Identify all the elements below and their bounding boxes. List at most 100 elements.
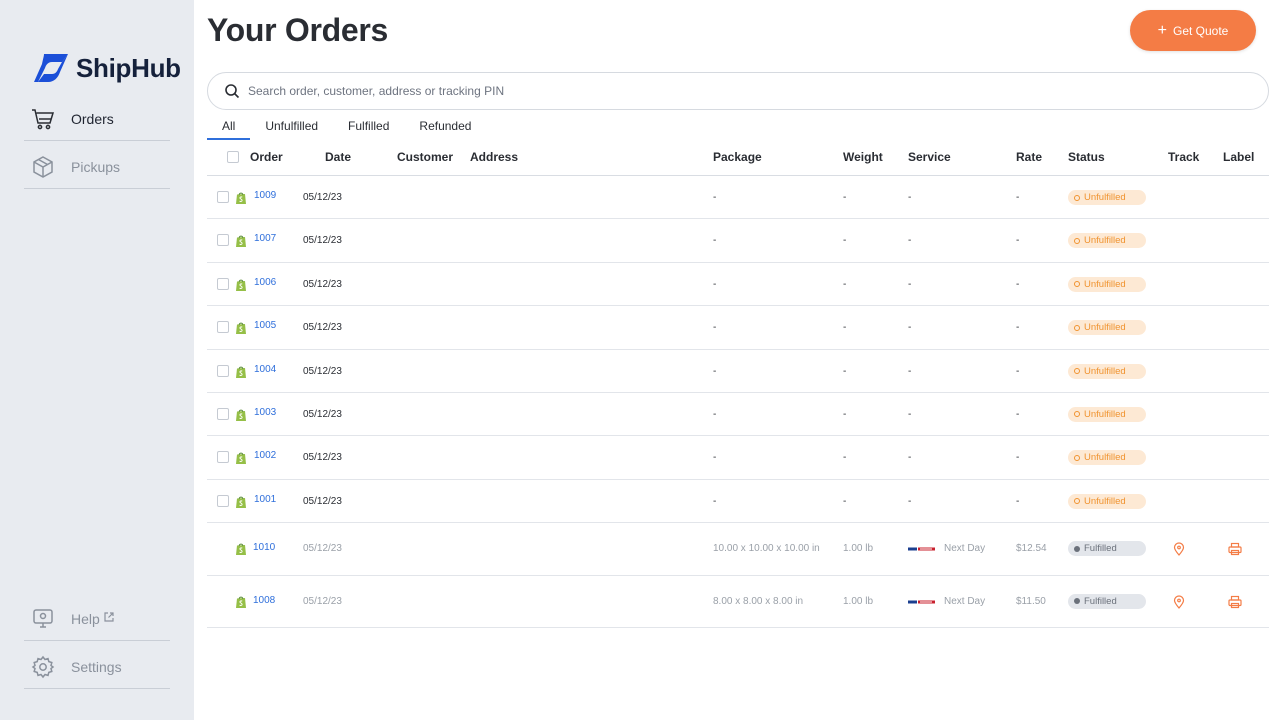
column-header-package[interactable]: Package [713,150,762,164]
shopify-icon [236,543,246,556]
status-label: Unfulfilled [1084,408,1126,420]
plus-icon: + [1157,21,1167,39]
shopify-icon [236,366,246,378]
column-header-order[interactable]: Order [250,150,283,164]
order-number-link[interactable]: 1002 [254,450,276,461]
order-date: 05/12/23 [303,235,342,247]
shopify-icon [236,452,246,465]
order-weight: 1.00 lb [843,543,874,555]
row-checkbox[interactable] [217,191,229,203]
sidebar-item-orders[interactable]: Orders [24,97,170,141]
order-weight: - [843,278,847,290]
status-label: Unfulfilled [1084,192,1126,203]
sidebar: ShipHub Orders Pickups Help Settings [0,0,194,720]
sidebar-item-pickups[interactable]: Pickups [24,145,170,189]
table-row[interactable]: 1004 05/12/23 - - - - Unfulfilled [207,350,1269,393]
status-dot-icon [1074,194,1080,201]
order-service: - [908,495,912,507]
table-row[interactable]: 1007 05/12/23 - - - - Unfulfilled [207,219,1269,263]
order-rate: - [1016,192,1020,203]
order-number-link[interactable]: 1009 [254,190,276,201]
order-service: - [908,322,912,334]
order-package: - [713,192,717,203]
status-dot-icon [1074,237,1080,244]
row-checkbox[interactable] [217,277,229,290]
order-number-link[interactable]: 1010 [253,542,275,553]
app-logo[interactable]: ShipHub [32,52,181,84]
orders-table: Order Date Customer Address Package Weig… [207,143,1269,629]
row-checkbox[interactable] [217,234,229,247]
row-checkbox[interactable] [217,321,229,334]
status-dot-icon [1074,368,1080,375]
column-header-label[interactable]: Label [1223,150,1254,164]
row-checkbox[interactable] [217,407,229,420]
tab-refunded[interactable]: Refunded [404,118,486,140]
column-header-status[interactable]: Status [1068,150,1105,164]
row-checkbox[interactable] [217,451,229,464]
order-number-link[interactable]: 1003 [254,407,276,418]
row-checkbox[interactable] [217,364,229,377]
column-header-date[interactable]: Date [325,150,351,164]
order-package: 10.00 x 10.00 x 10.00 in [713,543,820,555]
table-row[interactable]: 1010 05/12/23 10.00 x 10.00 x 10.00 in 1… [207,523,1269,576]
order-number-link[interactable]: 1004 [254,364,276,375]
status-badge: Unfulfilled [1068,363,1146,379]
search-input[interactable] [248,84,1148,98]
order-package: - [713,235,717,247]
shopify-icon [236,596,246,608]
order-weight: - [843,365,847,377]
row-checkbox[interactable] [217,494,229,507]
map-pin-icon[interactable] [1172,595,1186,609]
order-service: Next Day [944,543,986,555]
order-service: Next Day [944,595,986,607]
order-service: - [908,452,912,464]
table-row[interactable]: 1008 05/12/23 8.00 x 8.00 x 8.00 in 1.00… [207,576,1269,629]
status-label: Unfulfilled [1084,365,1126,377]
order-number-link[interactable]: 1008 [253,595,275,606]
status-dot-icon [1074,598,1080,605]
order-number-link[interactable]: 1007 [254,233,276,244]
order-number-link[interactable]: 1005 [254,320,276,331]
shopify-icon [236,322,246,335]
tab-fulfilled[interactable]: Fulfilled [333,118,404,140]
order-weight: - [843,408,847,420]
help-icon [30,606,56,632]
table-row[interactable]: 1002 05/12/23 - - - - Unfulfilled [207,436,1269,480]
column-header-customer[interactable]: Customer [397,150,453,164]
status-badge: Unfulfilled [1068,276,1146,292]
search-bar[interactable] [207,72,1269,110]
select-all-checkbox[interactable] [227,151,239,163]
sidebar-item-help[interactable]: Help [24,597,170,641]
order-weight: - [843,495,847,507]
order-service: - [908,192,912,203]
map-pin-icon[interactable] [1172,542,1186,557]
order-number-link[interactable]: 1006 [254,277,276,288]
column-header-address[interactable]: Address [470,150,518,164]
order-rate: - [1016,322,1020,334]
table-row[interactable]: 1006 05/12/23 - - - - Unfulfilled [207,263,1269,307]
order-package: - [713,408,717,420]
shopify-icon [236,236,246,248]
printer-icon[interactable] [1228,595,1242,609]
column-header-weight[interactable]: Weight [843,150,883,164]
sidebar-item-settings[interactable]: Settings [24,645,170,689]
table-row[interactable]: 1005 05/12/23 - - - - Unfulfilled [207,306,1269,350]
tab-all[interactable]: All [207,118,251,140]
status-badge: Unfulfilled [1068,233,1146,249]
order-date: 05/12/23 [303,278,342,290]
table-row[interactable]: 1009 05/12/23 - - - - Unfulfilled [207,176,1269,220]
order-number-link[interactable]: 1001 [254,494,276,505]
column-header-track[interactable]: Track [1168,150,1199,164]
table-row[interactable]: 1001 05/12/23 - - - - Unfulfilled [207,480,1269,524]
order-weight: - [843,452,847,464]
status-badge: Unfulfilled [1068,320,1146,336]
tab-unfulfilled[interactable]: Unfulfilled [250,118,333,140]
table-row[interactable]: 1003 05/12/23 - - - - Unfulfilled [207,393,1269,437]
order-tabs: All Unfulfilled Fulfilled Refunded [207,118,486,140]
order-service: - [908,235,912,247]
printer-icon[interactable] [1228,542,1242,556]
column-header-service[interactable]: Service [908,150,951,164]
get-quote-button[interactable]: + Get Quote [1130,10,1256,51]
order-service: - [908,278,912,290]
column-header-rate[interactable]: Rate [1016,150,1042,164]
